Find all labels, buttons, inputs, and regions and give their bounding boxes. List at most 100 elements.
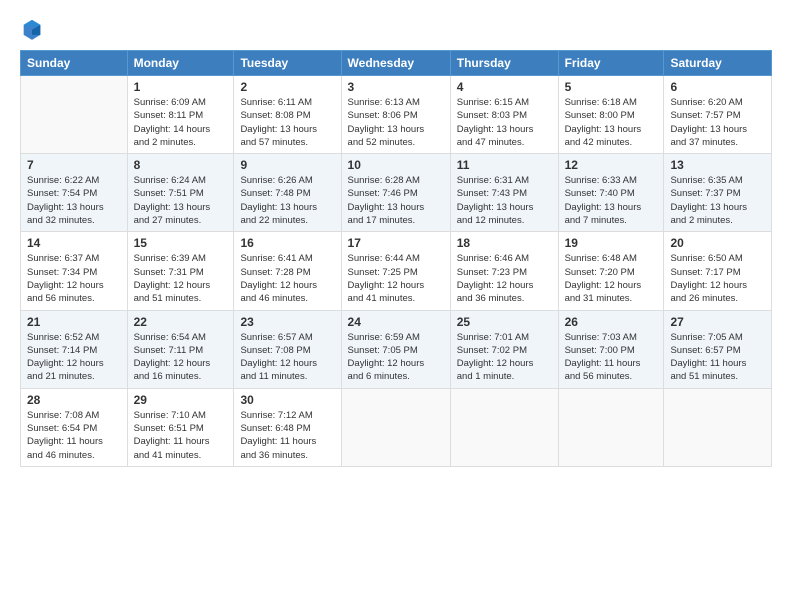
calendar-week-row: 21 Sunrise: 6:52 AMSunset: 7:14 PMDayligh… [21,310,772,388]
day-info: Sunrise: 6:22 AMSunset: 7:54 PMDaylight:… [27,174,121,227]
calendar-cell: 11 Sunrise: 6:31 AMSunset: 7:43 PMDayligh… [450,154,558,232]
day-info: Sunrise: 6:48 AMSunset: 7:20 PMDaylight:… [565,252,658,305]
day-number: 28 [27,393,121,407]
day-info: Sunrise: 6:46 AMSunset: 7:23 PMDaylight:… [457,252,552,305]
calendar-cell: 24Sunrise: 6:59 AMSunset: 7:05 PMDayligh… [341,310,450,388]
calendar-cell: 29 Sunrise: 7:10 AMSunset: 6:51 PMDayligh… [127,388,234,466]
day-number: 25 [457,315,552,329]
day-info: Sunrise: 7:01 AMSunset: 7:02 PMDaylight:… [457,331,552,384]
weekday-header: Friday [558,51,664,76]
day-info: Sunrise: 6:26 AMSunset: 7:48 PMDaylight:… [240,174,334,227]
logo [20,18,42,40]
day-info: Sunrise: 7:05 AMSunset: 6:57 PMDaylight:… [670,331,765,384]
calendar-cell [21,76,128,154]
day-info: Sunrise: 6:50 AMSunset: 7:17 PMDaylight:… [670,252,765,305]
day-info: Sunrise: 6:59 AMSunset: 7:05 PMDaylight:… [348,331,444,384]
logo-icon [22,18,42,40]
calendar-cell: 7 Sunrise: 6:22 AMSunset: 7:54 PMDaylight… [21,154,128,232]
calendar-table: SundayMondayTuesdayWednesdayThursdayFrid… [20,50,772,467]
weekday-header: Tuesday [234,51,341,76]
calendar-week-row: 28 Sunrise: 7:08 AMSunset: 6:54 PMDayligh… [21,388,772,466]
day-info: Sunrise: 6:11 AMSunset: 8:08 PMDaylight:… [240,96,334,149]
calendar-cell: 25 Sunrise: 7:01 AMSunset: 7:02 PMDayligh… [450,310,558,388]
calendar-cell: 20 Sunrise: 6:50 AMSunset: 7:17 PMDayligh… [664,232,772,310]
calendar-cell: 5 Sunrise: 6:18 AMSunset: 8:00 PMDaylight… [558,76,664,154]
weekday-header: Thursday [450,51,558,76]
day-number: 21 [27,315,121,329]
day-number: 23 [240,315,334,329]
day-number: 22 [134,315,228,329]
day-info: Sunrise: 6:41 AMSunset: 7:28 PMDaylight:… [240,252,334,305]
calendar-cell: 18 Sunrise: 6:46 AMSunset: 7:23 PMDayligh… [450,232,558,310]
day-info: Sunrise: 6:09 AMSunset: 8:11 PMDaylight:… [134,96,228,149]
day-number: 27 [670,315,765,329]
calendar-cell: 2 Sunrise: 6:11 AMSunset: 8:08 PMDaylight… [234,76,341,154]
calendar-week-row: 1 Sunrise: 6:09 AMSunset: 8:11 PMDaylight… [21,76,772,154]
calendar-cell: 1 Sunrise: 6:09 AMSunset: 8:11 PMDaylight… [127,76,234,154]
day-number: 5 [565,80,658,94]
calendar-cell: 8 Sunrise: 6:24 AMSunset: 7:51 PMDaylight… [127,154,234,232]
day-number: 1 [134,80,228,94]
day-number: 30 [240,393,334,407]
day-number: 17 [348,236,444,250]
day-info: Sunrise: 6:44 AMSunset: 7:25 PMDaylight:… [348,252,444,305]
day-number: 9 [240,158,334,172]
day-info: Sunrise: 7:10 AMSunset: 6:51 PMDaylight:… [134,409,228,462]
calendar-cell [450,388,558,466]
calendar-cell: 10Sunrise: 6:28 AMSunset: 7:46 PMDayligh… [341,154,450,232]
day-info: Sunrise: 6:20 AMSunset: 7:57 PMDaylight:… [670,96,765,149]
calendar-cell: 6Sunrise: 6:20 AMSunset: 7:57 PMDaylight… [664,76,772,154]
day-info: Sunrise: 6:52 AMSunset: 7:14 PMDaylight:… [27,331,121,384]
day-info: Sunrise: 6:18 AMSunset: 8:00 PMDaylight:… [565,96,658,149]
weekday-header: Sunday [21,51,128,76]
day-info: Sunrise: 6:35 AMSunset: 7:37 PMDaylight:… [670,174,765,227]
day-number: 19 [565,236,658,250]
weekday-header: Saturday [664,51,772,76]
calendar-cell: 3 Sunrise: 6:13 AMSunset: 8:06 PMDaylight… [341,76,450,154]
day-number: 20 [670,236,765,250]
day-number: 18 [457,236,552,250]
calendar-cell: 21 Sunrise: 6:52 AMSunset: 7:14 PMDayligh… [21,310,128,388]
calendar-cell: 12Sunrise: 6:33 AMSunset: 7:40 PMDayligh… [558,154,664,232]
calendar-cell [341,388,450,466]
calendar-cell: 15 Sunrise: 6:39 AMSunset: 7:31 PMDayligh… [127,232,234,310]
weekday-header: Wednesday [341,51,450,76]
day-number: 14 [27,236,121,250]
calendar-cell: 17 Sunrise: 6:44 AMSunset: 7:25 PMDayligh… [341,232,450,310]
day-number: 12 [565,158,658,172]
day-number: 8 [134,158,228,172]
day-number: 13 [670,158,765,172]
day-number: 29 [134,393,228,407]
day-info: Sunrise: 6:37 AMSunset: 7:34 PMDaylight:… [27,252,121,305]
calendar-cell: 14 Sunrise: 6:37 AMSunset: 7:34 PMDayligh… [21,232,128,310]
calendar-cell: 28 Sunrise: 7:08 AMSunset: 6:54 PMDayligh… [21,388,128,466]
calendar-cell [664,388,772,466]
day-number: 4 [457,80,552,94]
day-number: 7 [27,158,121,172]
day-info: Sunrise: 6:39 AMSunset: 7:31 PMDaylight:… [134,252,228,305]
page-header [20,18,772,40]
calendar-cell: 9 Sunrise: 6:26 AMSunset: 7:48 PMDaylight… [234,154,341,232]
calendar-cell: 13 Sunrise: 6:35 AMSunset: 7:37 PMDayligh… [664,154,772,232]
day-number: 3 [348,80,444,94]
day-info: Sunrise: 6:24 AMSunset: 7:51 PMDaylight:… [134,174,228,227]
day-info: Sunrise: 6:57 AMSunset: 7:08 PMDaylight:… [240,331,334,384]
calendar-cell: 16Sunrise: 6:41 AMSunset: 7:28 PMDayligh… [234,232,341,310]
day-info: Sunrise: 6:54 AMSunset: 7:11 PMDaylight:… [134,331,228,384]
day-info: Sunrise: 6:13 AMSunset: 8:06 PMDaylight:… [348,96,444,149]
day-number: 11 [457,158,552,172]
calendar-cell: 27 Sunrise: 7:05 AMSunset: 6:57 PMDayligh… [664,310,772,388]
day-info: Sunrise: 7:08 AMSunset: 6:54 PMDaylight:… [27,409,121,462]
day-info: Sunrise: 6:31 AMSunset: 7:43 PMDaylight:… [457,174,552,227]
calendar-cell: 26Sunrise: 7:03 AMSunset: 7:00 PMDayligh… [558,310,664,388]
calendar-cell: 22 Sunrise: 6:54 AMSunset: 7:11 PMDayligh… [127,310,234,388]
calendar-cell: 30Sunrise: 7:12 AMSunset: 6:48 PMDayligh… [234,388,341,466]
day-number: 2 [240,80,334,94]
day-info: Sunrise: 7:03 AMSunset: 7:00 PMDaylight:… [565,331,658,384]
day-number: 10 [348,158,444,172]
calendar-header-row: SundayMondayTuesdayWednesdayThursdayFrid… [21,51,772,76]
calendar-week-row: 7 Sunrise: 6:22 AMSunset: 7:54 PMDaylight… [21,154,772,232]
day-number: 15 [134,236,228,250]
calendar-cell [558,388,664,466]
calendar-cell: 19 Sunrise: 6:48 AMSunset: 7:20 PMDayligh… [558,232,664,310]
